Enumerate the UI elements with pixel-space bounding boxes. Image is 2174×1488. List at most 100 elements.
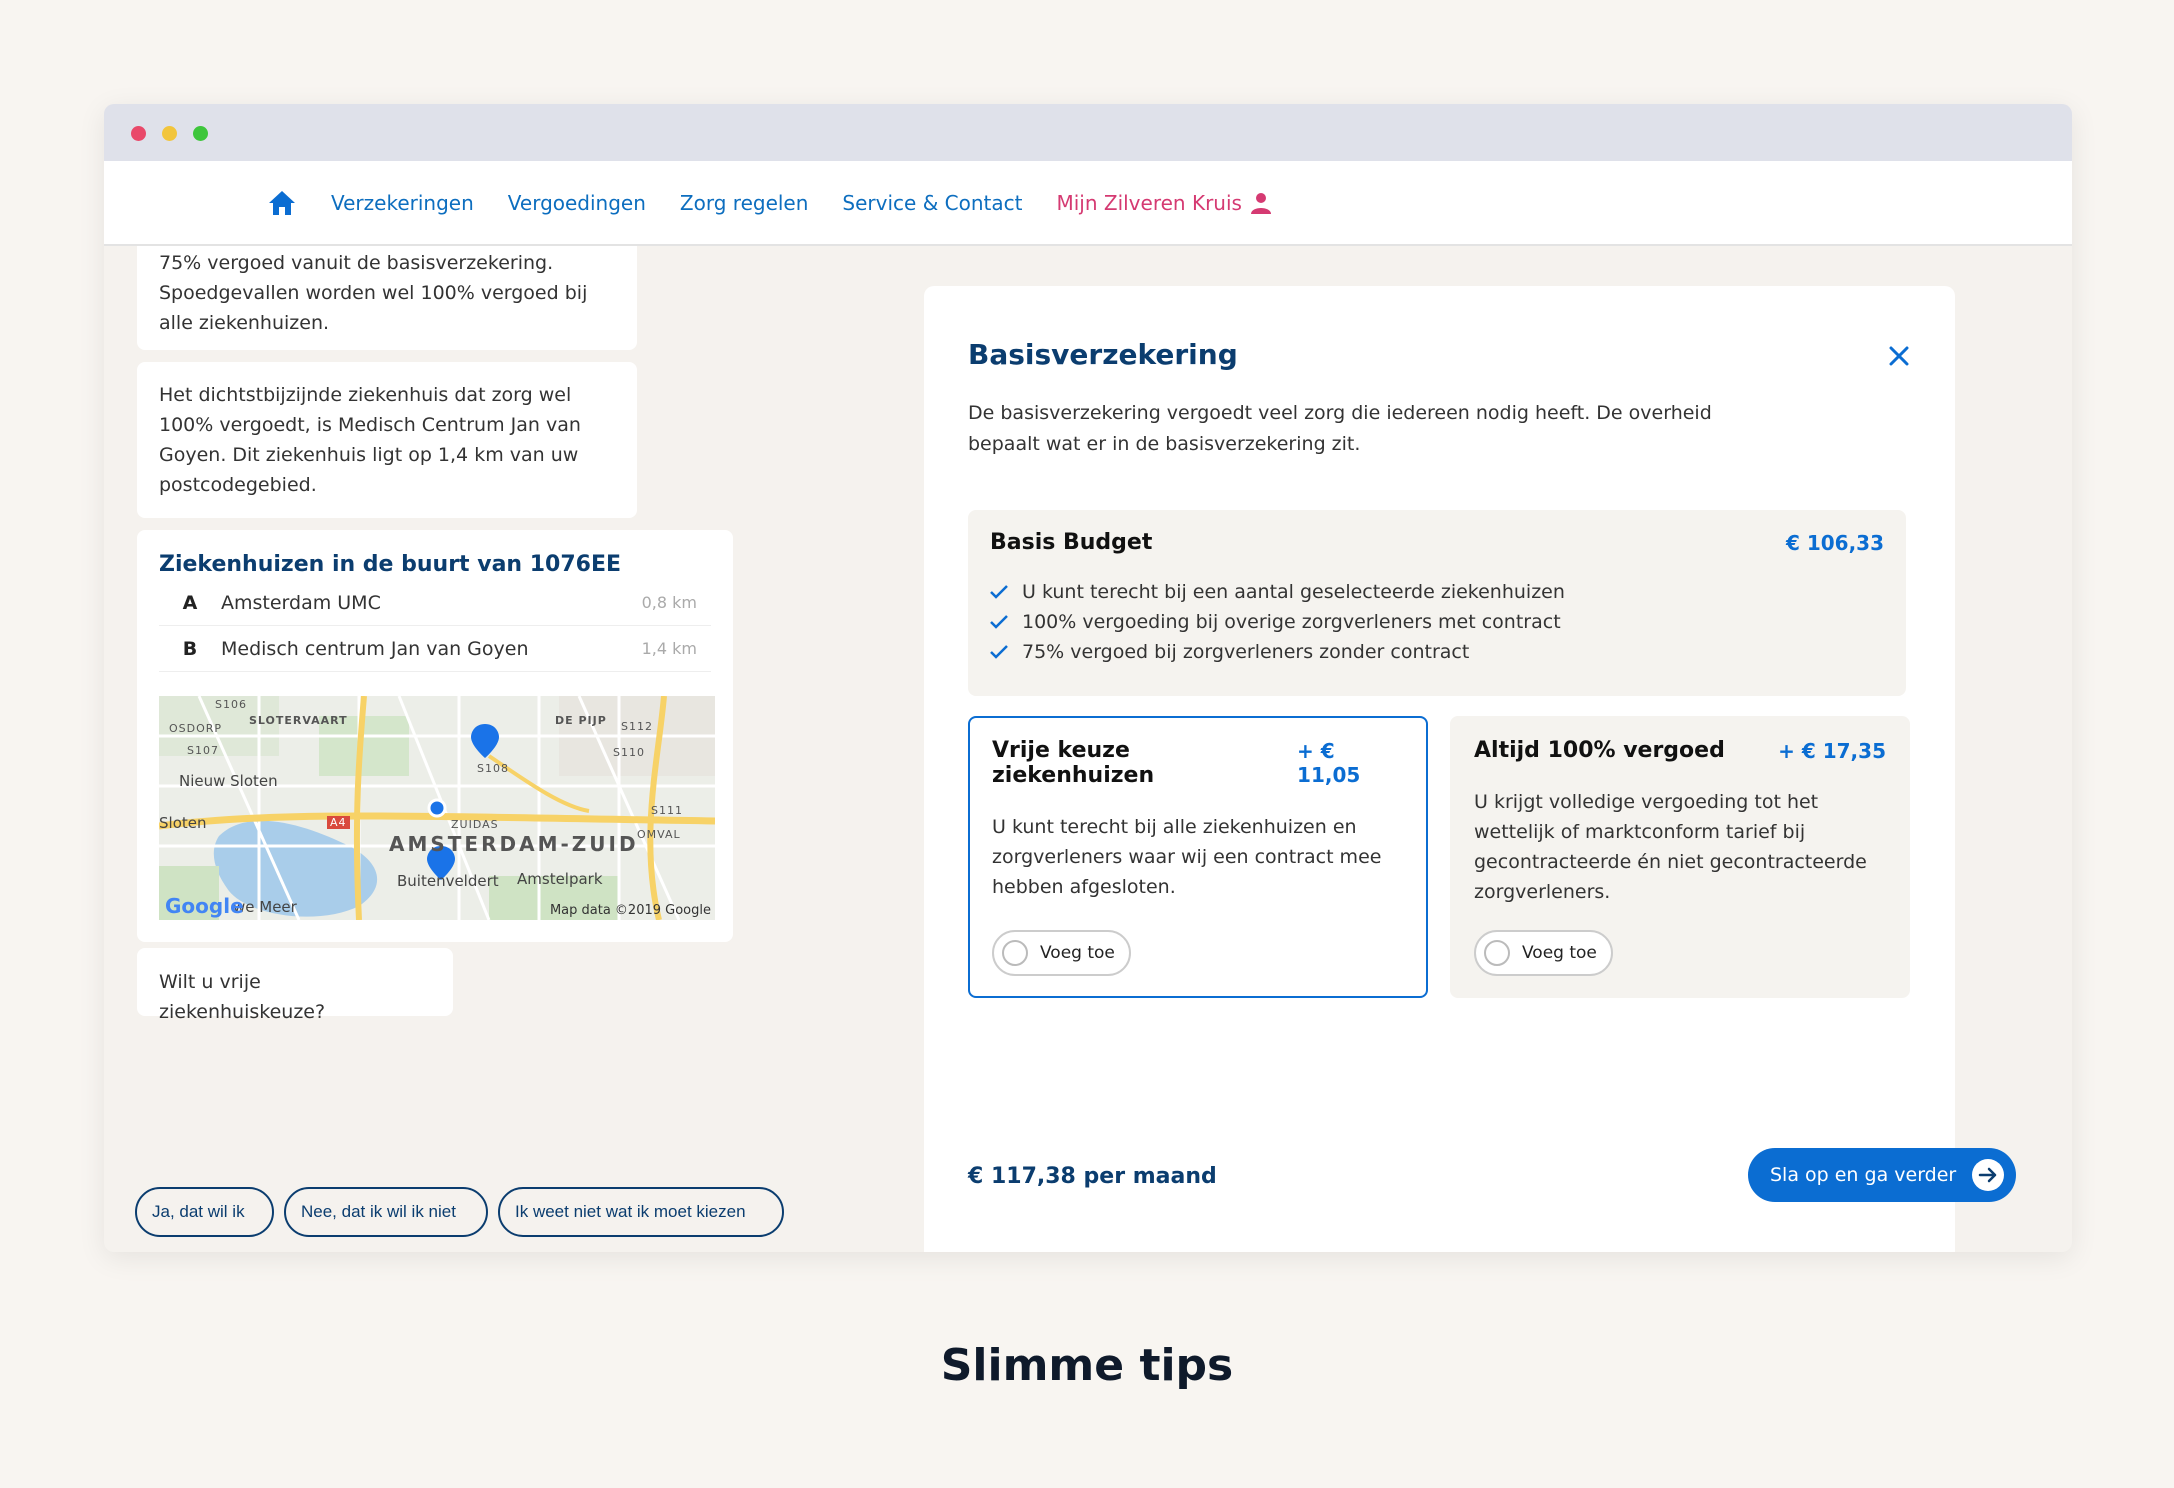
reply-unsure-button[interactable]: Ik weet niet wat ik moet kiezen — [498, 1187, 784, 1237]
message-line: 100% vergoedt, is Medisch Centrum Jan va… — [159, 414, 581, 436]
chat-message: Het dichtstbijzijnde ziekenhuis dat zorg… — [137, 362, 637, 518]
description-line: De basisverzekering vergoedt veel zorg d… — [968, 402, 1712, 424]
minimize-window-dot[interactable] — [162, 126, 177, 141]
message-line: Goyen. Dit ziekenhuis ligt op 1,4 km van… — [159, 444, 579, 466]
radio-circle-icon — [1002, 940, 1028, 966]
main-navigation: Verzekeringen Vergoedingen Zorg regelen … — [104, 161, 2072, 246]
road-label: S108 — [477, 762, 509, 775]
map-label: Sloten — [159, 814, 207, 832]
nav-mijn-zilveren-kruis[interactable]: Mijn Zilveren Kruis — [1056, 191, 1271, 215]
panel-title: Basisverzekering — [968, 338, 1238, 371]
checkmark-icon — [990, 585, 1008, 599]
feature-item: 100% vergoeding bij overige zorgverlener… — [990, 607, 1884, 637]
chat-message: 75% vergoed vanuit de basisverzekering. … — [137, 246, 637, 350]
chat-area: 75% vergoed vanuit de basisverzekering. … — [104, 246, 884, 1252]
maximize-window-dot[interactable] — [193, 126, 208, 141]
map-credit: Map data ©2019 Google — [549, 903, 711, 918]
user-icon — [1250, 192, 1271, 214]
option-line: zorgverleners waar wij een contract mee — [992, 846, 1382, 868]
option-description: U kunt terecht bij alle ziekenhuizen en … — [992, 812, 1404, 902]
road-label: S111 — [651, 804, 683, 817]
checkmark-icon — [990, 615, 1008, 629]
map-label: SLOTERVAART — [249, 714, 348, 727]
option-line: U krijgt volledige vergoeding tot het — [1474, 791, 1819, 813]
message-line: 75% vergoed vanuit de basisverzekering. — [159, 252, 554, 274]
road-label: S112 — [621, 720, 653, 733]
option-description: U krijgt volledige vergoeding tot het we… — [1474, 787, 1886, 907]
browser-window: Verzekeringen Vergoedingen Zorg regelen … — [104, 104, 2072, 1252]
option-title: Vrije keuze ziekenhuizen — [992, 738, 1155, 788]
page-caption: Slimme tips — [940, 1340, 1234, 1391]
option-vrije-keuze[interactable]: Vrije keuze ziekenhuizen + € 11,05 U kun… — [968, 716, 1428, 998]
road-label: S110 — [613, 746, 645, 759]
checkmark-icon — [990, 645, 1008, 659]
feature-text: 100% vergoeding bij overige zorgverlener… — [1022, 611, 1561, 633]
reply-yes-button[interactable]: Ja, dat wil ik — [135, 1187, 274, 1237]
basis-features: U kunt terecht bij een aantal geselectee… — [990, 577, 1884, 667]
road-label: A4 — [327, 816, 350, 829]
arrow-right-icon — [1972, 1159, 2004, 1191]
option-line: wettelijk of marktconform tarief bij — [1474, 821, 1806, 843]
map-label: Nieuw Sloten — [179, 772, 278, 790]
panel-description: De basisverzekering vergoedt veel zorg d… — [968, 398, 1728, 460]
road-label: S106 — [215, 698, 247, 711]
message-line: alle ziekenhuizen. — [159, 312, 330, 334]
option-line: hebben afgesloten. — [992, 876, 1176, 898]
hospital-name: Amsterdam UMC — [221, 591, 381, 614]
close-icon[interactable] — [1887, 344, 1911, 368]
add-option-label: Voeg toe — [1522, 943, 1597, 963]
feature-text: U kunt terecht bij een aantal geselectee… — [1022, 581, 1565, 603]
option-price: + € 17,35 — [1778, 738, 1886, 763]
hospital-distance: 1,4 km — [641, 639, 697, 658]
save-continue-label: Sla op en ga verder — [1770, 1164, 1957, 1186]
road-label: S107 — [187, 744, 219, 757]
feature-text: 75% vergoed bij zorgverleners zonder con… — [1022, 641, 1470, 663]
option-altijd-100[interactable]: Altijd 100% vergoed + € 17,35 U krijgt v… — [1450, 716, 1910, 998]
map-label: DE PIJP — [555, 714, 607, 727]
basis-title: Basis Budget — [990, 530, 1153, 555]
nav-verzekeringen[interactable]: Verzekeringen — [331, 191, 474, 215]
add-option-label: Voeg toe — [1040, 943, 1115, 963]
hospital-row[interactable]: A Amsterdam UMC 0,8 km — [159, 580, 711, 626]
map-label: OMVAL — [637, 828, 681, 841]
monthly-total: € 117,38 per maand — [968, 1164, 1217, 1189]
window-titlebar — [104, 104, 2072, 161]
close-window-dot[interactable] — [131, 126, 146, 141]
hospital-name: Medisch centrum Jan van Goyen — [221, 637, 529, 660]
basis-price: € 106,33 — [1785, 530, 1884, 555]
hospital-row[interactable]: B Medisch centrum Jan van Goyen 1,4 km — [159, 626, 711, 672]
option-line: zorgverleners. — [1474, 881, 1611, 903]
description-line: bepaalt wat er in de basisverzekering zi… — [968, 433, 1361, 455]
add-option-button[interactable]: Voeg toe — [1474, 930, 1613, 976]
map-label: OSDORP — [169, 722, 223, 735]
hospital-map-card: Ziekenhuizen in de buurt van 1076EE A Am… — [137, 530, 733, 942]
save-continue-button[interactable]: Sla op en ga verder — [1748, 1148, 2016, 1202]
map-card-title: Ziekenhuizen in de buurt van 1076EE — [159, 552, 622, 577]
hospital-letter: A — [182, 591, 198, 614]
option-line: U kunt terecht bij alle ziekenhuizen en — [992, 816, 1357, 838]
feature-item: 75% vergoed bij zorgverleners zonder con… — [990, 637, 1884, 667]
map-label: Buitenveldert — [397, 872, 499, 890]
nav-vergoedingen[interactable]: Vergoedingen — [508, 191, 646, 215]
feature-item: U kunt terecht bij een aantal geselectee… — [990, 577, 1884, 607]
map-label: AMSTERDAM-ZUID — [389, 832, 639, 856]
insurance-panel: Basisverzekering De basisverzekering ver… — [924, 286, 2016, 1252]
account-label: Mijn Zilveren Kruis — [1056, 190, 1242, 215]
hospital-letter: B — [182, 637, 198, 660]
google-logo: Google — [165, 894, 244, 918]
add-option-button[interactable]: Voeg toe — [992, 930, 1131, 976]
basis-budget-card: Basis Budget € 106,33 U kunt terecht bij… — [968, 510, 1906, 696]
hospital-map[interactable]: SLOTERVAART OSDORP Nieuw Sloten Sloten D… — [159, 696, 715, 920]
map-label: Amstelpark — [517, 870, 603, 888]
nav-zorg-regelen[interactable]: Zorg regelen — [680, 191, 809, 215]
option-line: gecontracteerde én niet gecontracteerde — [1474, 851, 1867, 873]
message-line: Spoedgevallen worden wel 100% vergoed bi… — [159, 282, 588, 304]
map-label: ZUIDAS — [451, 818, 499, 831]
radio-circle-icon — [1484, 940, 1510, 966]
message-line: postcodegebied. — [159, 474, 317, 496]
option-title: Altijd 100% vergoed — [1474, 738, 1725, 763]
nav-service-contact[interactable]: Service & Contact — [842, 191, 1022, 215]
home-icon[interactable] — [267, 188, 299, 218]
chat-question: Wilt u vrije ziekenhuiskeuze? — [137, 948, 453, 1023]
reply-no-button[interactable]: Nee, dat ik wil ik niet — [284, 1187, 488, 1237]
